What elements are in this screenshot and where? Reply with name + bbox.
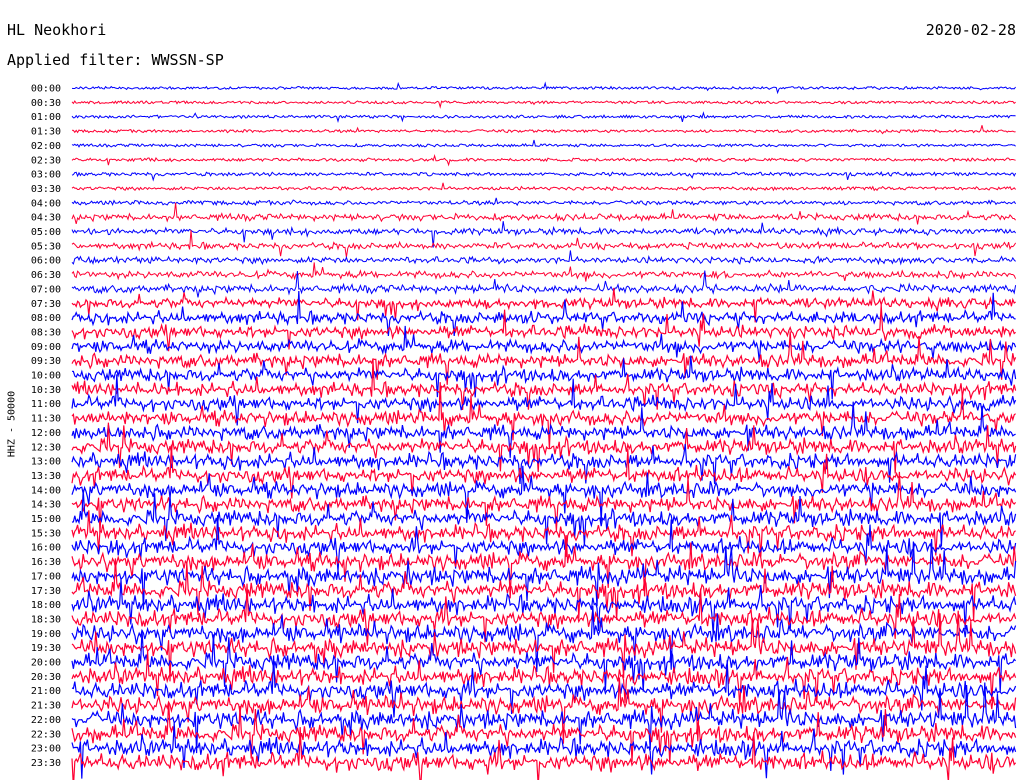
time-tick-label: 17:30	[31, 586, 61, 597]
y-axis-label: HHZ - 50000	[6, 390, 18, 458]
time-tick-label: 18:00	[31, 600, 61, 611]
time-tick-label: 01:00	[31, 112, 61, 123]
trace-row-0430	[71, 202, 1016, 225]
time-tick-label: 00:00	[31, 84, 61, 95]
trace-row-0330	[71, 182, 1016, 192]
trace-row-0500	[71, 221, 1017, 248]
time-tick-label: 10:00	[31, 371, 61, 382]
trace-row-0200	[71, 139, 1016, 148]
time-tick-label: 20:00	[31, 658, 61, 669]
trace-row-0300	[71, 171, 1017, 182]
time-tick-label: 05:30	[31, 241, 61, 252]
time-tick-label: 02:30	[31, 155, 61, 166]
time-tick-label: 04:30	[31, 213, 61, 224]
time-tick-label: 12:30	[31, 442, 61, 453]
time-tick-label: 15:00	[31, 514, 61, 525]
time-tick-label: 20:30	[31, 672, 61, 683]
time-tick-label: 22:00	[31, 715, 61, 726]
time-tick-label: 00:30	[31, 98, 61, 109]
time-tick-label: 14:00	[31, 485, 61, 496]
time-tick-label: 08:30	[31, 327, 61, 338]
time-tick-label: 21:00	[31, 686, 61, 697]
trace-row-0130	[71, 125, 1016, 135]
trace-row-0630	[71, 262, 1017, 282]
time-tick-label: 08:00	[31, 313, 61, 324]
time-tick-label: 12:00	[31, 428, 61, 439]
time-tick-label: 11:00	[31, 399, 61, 410]
time-tick-label: 19:30	[31, 643, 61, 654]
trace-row-0030	[71, 100, 1016, 109]
trace-row-2030	[71, 651, 1017, 707]
time-tick-label: 05:00	[31, 227, 61, 238]
trace-row-1430	[71, 471, 1017, 534]
time-tick-label: 03:30	[31, 184, 61, 195]
trace-row-0230	[71, 154, 1016, 167]
time-tick-label: 04:00	[31, 198, 61, 209]
trace-row-1800	[71, 579, 1017, 635]
trace-layer	[71, 81, 1017, 780]
helicorder-plot: 00:00 00:30 01:00 01:30 02:00 02:30 03:00 03:30…	[31, 81, 1017, 780]
applied-filter: Applied filter: WWSSN-SP	[7, 51, 224, 69]
time-tick-label: 14:30	[31, 500, 61, 511]
trace-row-0600	[71, 250, 1016, 266]
time-tick-label: 02:00	[31, 141, 61, 152]
time-tick-label: 07:00	[31, 284, 61, 295]
time-tick-label: 16:00	[31, 543, 61, 554]
time-tick-label: 19:00	[31, 629, 61, 640]
trace-row-0100	[71, 111, 1016, 123]
time-tick-label: 06:30	[31, 270, 61, 281]
trace-row-0400	[71, 197, 1017, 207]
time-tick-label: 13:00	[31, 457, 61, 468]
time-tick-label: 06:00	[31, 256, 61, 267]
record-date: 2020-02-28	[925, 21, 1016, 39]
time-tick-label: 23:30	[31, 758, 61, 769]
time-tick-label: 15:30	[31, 528, 61, 539]
time-tick-label: 01:30	[31, 127, 61, 138]
trace-row-0900	[71, 325, 1017, 363]
time-tick-label: 11:30	[31, 414, 61, 425]
time-tick-label: 22:30	[31, 729, 61, 740]
time-tick-label: 23:00	[31, 744, 61, 755]
time-tick-label: 09:30	[31, 356, 61, 367]
time-tick-label: 16:30	[31, 557, 61, 568]
time-tick-label: 17:00	[31, 571, 61, 582]
time-tick-label: 09:00	[31, 342, 61, 353]
trace-row-2300	[71, 723, 1017, 779]
time-tick-labels: 00:00 00:30 01:00 01:30 02:00 02:30 03:00 03:30…	[31, 84, 61, 769]
time-tick-label: 21:30	[31, 701, 61, 712]
time-tick-label: 10:30	[31, 385, 61, 396]
trace-row-0000	[71, 81, 1016, 95]
trace-row-1030	[71, 359, 1017, 411]
trace-row-1600	[71, 514, 1017, 572]
time-tick-label: 07:30	[31, 299, 61, 310]
time-tick-label: 13:30	[31, 471, 61, 482]
time-tick-label: 18:30	[31, 614, 61, 625]
trace-row-0530	[71, 230, 1017, 258]
station-name: HL Neokhori	[7, 21, 107, 39]
time-tick-label: 03:00	[31, 170, 61, 181]
